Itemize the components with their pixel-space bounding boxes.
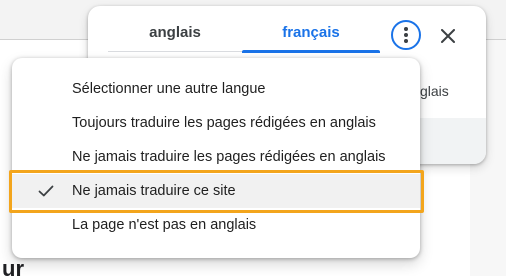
menu-item-label: Sélectionner une autre langue [72, 81, 266, 97]
checkmark-icon [37, 174, 55, 208]
menu-item-label: Ne jamais traduire les pages rédigées en… [72, 149, 386, 165]
active-tab-indicator [242, 50, 380, 53]
popup-body-text: glais [420, 83, 449, 99]
menu-item-never-translate-language[interactable]: Ne jamais traduire les pages rédigées en… [12, 140, 420, 174]
menu-item-never-translate-site[interactable]: Ne jamais traduire ce site [12, 174, 420, 208]
menu-item-always-translate[interactable]: Toujours traduire les pages rédigées en … [12, 106, 420, 140]
more-options-button[interactable] [391, 20, 421, 50]
background-page-heading: ur [2, 256, 24, 276]
more-vert-icon [404, 27, 408, 43]
menu-item-label: La page n'est pas en anglais [72, 217, 257, 233]
close-button[interactable] [434, 22, 462, 50]
close-icon [441, 29, 455, 43]
menu-item-page-not-english[interactable]: La page n'est pas en anglais [12, 208, 420, 242]
translate-options-menu: Sélectionner une autre langue Toujours t… [12, 58, 420, 258]
menu-item-label: Ne jamais traduire ce site [72, 183, 236, 199]
menu-item-select-other-language[interactable]: Sélectionner une autre langue [12, 72, 420, 106]
menu-item-label: Toujours traduire les pages rédigées en … [72, 115, 376, 131]
